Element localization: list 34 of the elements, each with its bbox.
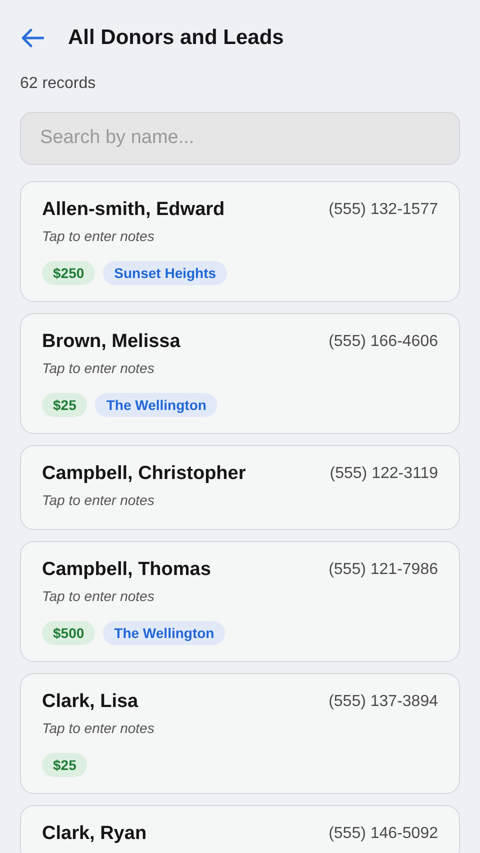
phone-number: (555) 166-4606 <box>328 332 438 352</box>
phone-number: (555) 121-7986 <box>328 560 438 580</box>
donor-card[interactable]: Campbell, Thomas (555) 121-7986 Tap to enter notes $500 The Wellington <box>20 540 460 662</box>
phone-number: (555) 132-1577 <box>328 200 438 220</box>
location-tag: Sunset Heights <box>103 260 228 284</box>
location-tag: The Wellington <box>103 620 226 644</box>
notes-prompt[interactable]: Tap to enter notes <box>42 228 154 244</box>
search-field[interactable]: Search by name... <box>20 112 460 164</box>
donor-name: Clark, Lisa <box>42 690 138 714</box>
donor-card[interactable]: Clark, Ryan (555) 146-5092 <box>20 804 460 853</box>
donor-name: Campbell, Thomas <box>42 558 211 582</box>
record-count: 62 records <box>20 74 96 92</box>
donor-name: Allen-smith, Edward <box>42 198 225 222</box>
donor-name: Clark, Ryan <box>42 822 147 846</box>
notes-prompt[interactable]: Tap to enter notes <box>42 588 154 604</box>
location-tag: The Wellington <box>95 392 218 416</box>
donor-name: Campbell, Christopher <box>42 462 246 486</box>
notes-prompt[interactable]: Tap to enter notes <box>42 360 154 376</box>
back-arrow-icon <box>21 28 45 48</box>
donor-name: Brown, Melissa <box>42 330 180 354</box>
amount-tag: $500 <box>42 620 96 644</box>
donor-card[interactable]: Allen-smith, Edward (555) 132-1577 Tap to enter notes $250 Sunset Heights <box>20 180 460 302</box>
donor-card[interactable]: Campbell, Christopher (555) 122-3119 Tap to enter notes <box>20 444 460 530</box>
amount-tag: $25 <box>42 752 88 776</box>
phone-number: (555) 137-3894 <box>328 692 438 712</box>
phone-number: (555) 122-3119 <box>330 464 438 484</box>
notes-prompt[interactable]: Tap to enter notes <box>42 720 154 736</box>
phone-number: (555) 146-5092 <box>328 824 438 844</box>
donor-card[interactable]: Clark, Lisa (555) 137-3894 Tap to enter notes $25 <box>20 672 460 794</box>
amount-tag: $250 <box>42 260 96 284</box>
donor-card[interactable]: Brown, Melissa (555) 166-4606 Tap to enter notes $25 The Wellington <box>20 312 460 434</box>
amount-tag: $25 <box>42 392 88 416</box>
page-title: All Donors and Leads <box>68 25 284 51</box>
notes-prompt[interactable]: Tap to enter notes <box>42 492 154 508</box>
